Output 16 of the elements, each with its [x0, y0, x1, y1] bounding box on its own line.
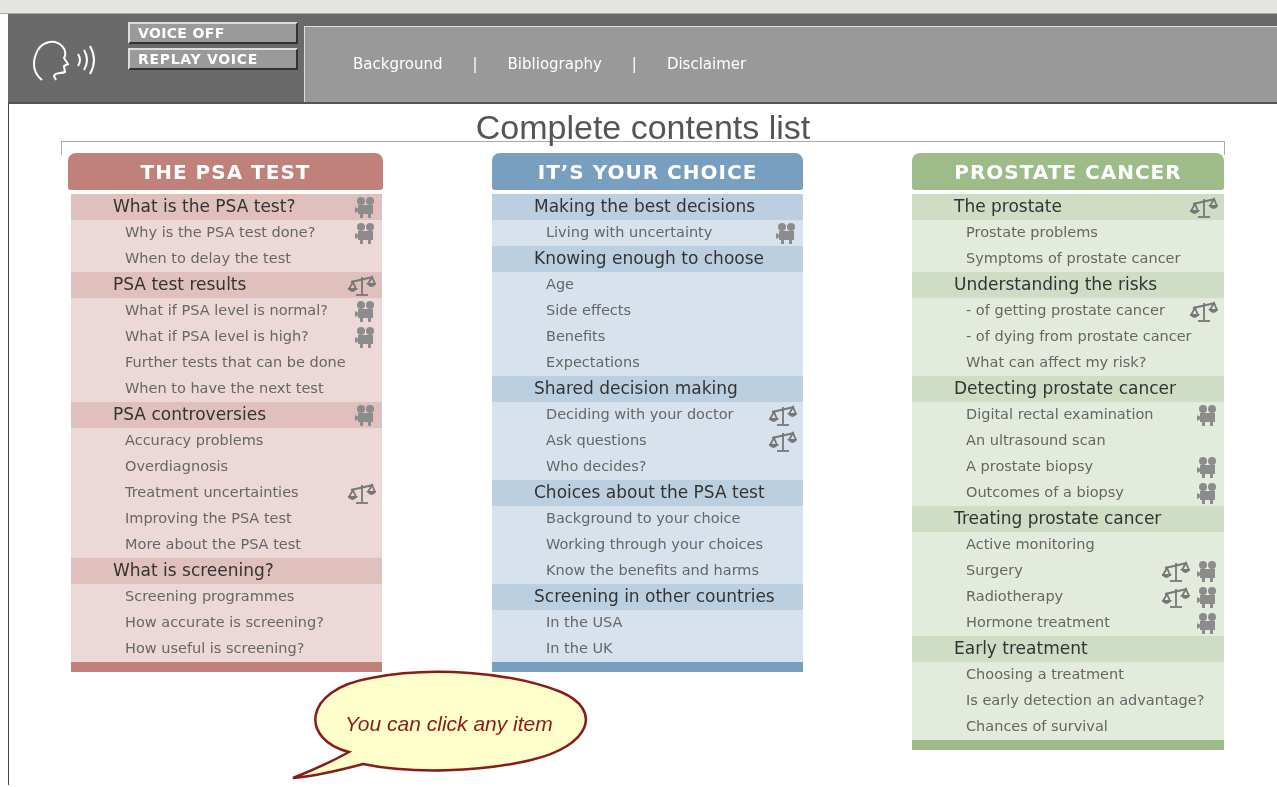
nav-link[interactable]: Bibliography — [507, 53, 602, 76]
page-title: Complete contents list — [475, 108, 811, 146]
topic-link[interactable]: Benefits — [546, 326, 606, 348]
column-header: THE PSA TEST — [68, 153, 383, 190]
topic-link[interactable]: In the UK — [546, 638, 613, 660]
column-header: IT’S YOUR CHOICE — [492, 153, 803, 190]
nav-separator: | — [631, 54, 637, 76]
nav-link[interactable]: Background — [353, 53, 443, 76]
topic-link[interactable]: Surgery — [966, 560, 1023, 582]
column-header: PROSTATE CANCER — [912, 153, 1224, 190]
nav-separator: | — [472, 54, 478, 76]
callout-text: You can click any item — [345, 711, 553, 737]
replay-voice-button[interactable]: REPLAY VOICE — [128, 48, 298, 70]
voice-off-button[interactable]: VOICE OFF — [128, 22, 298, 44]
nav-link[interactable]: Disclaimer — [666, 53, 747, 76]
topic-link[interactable]: Age — [546, 274, 575, 296]
